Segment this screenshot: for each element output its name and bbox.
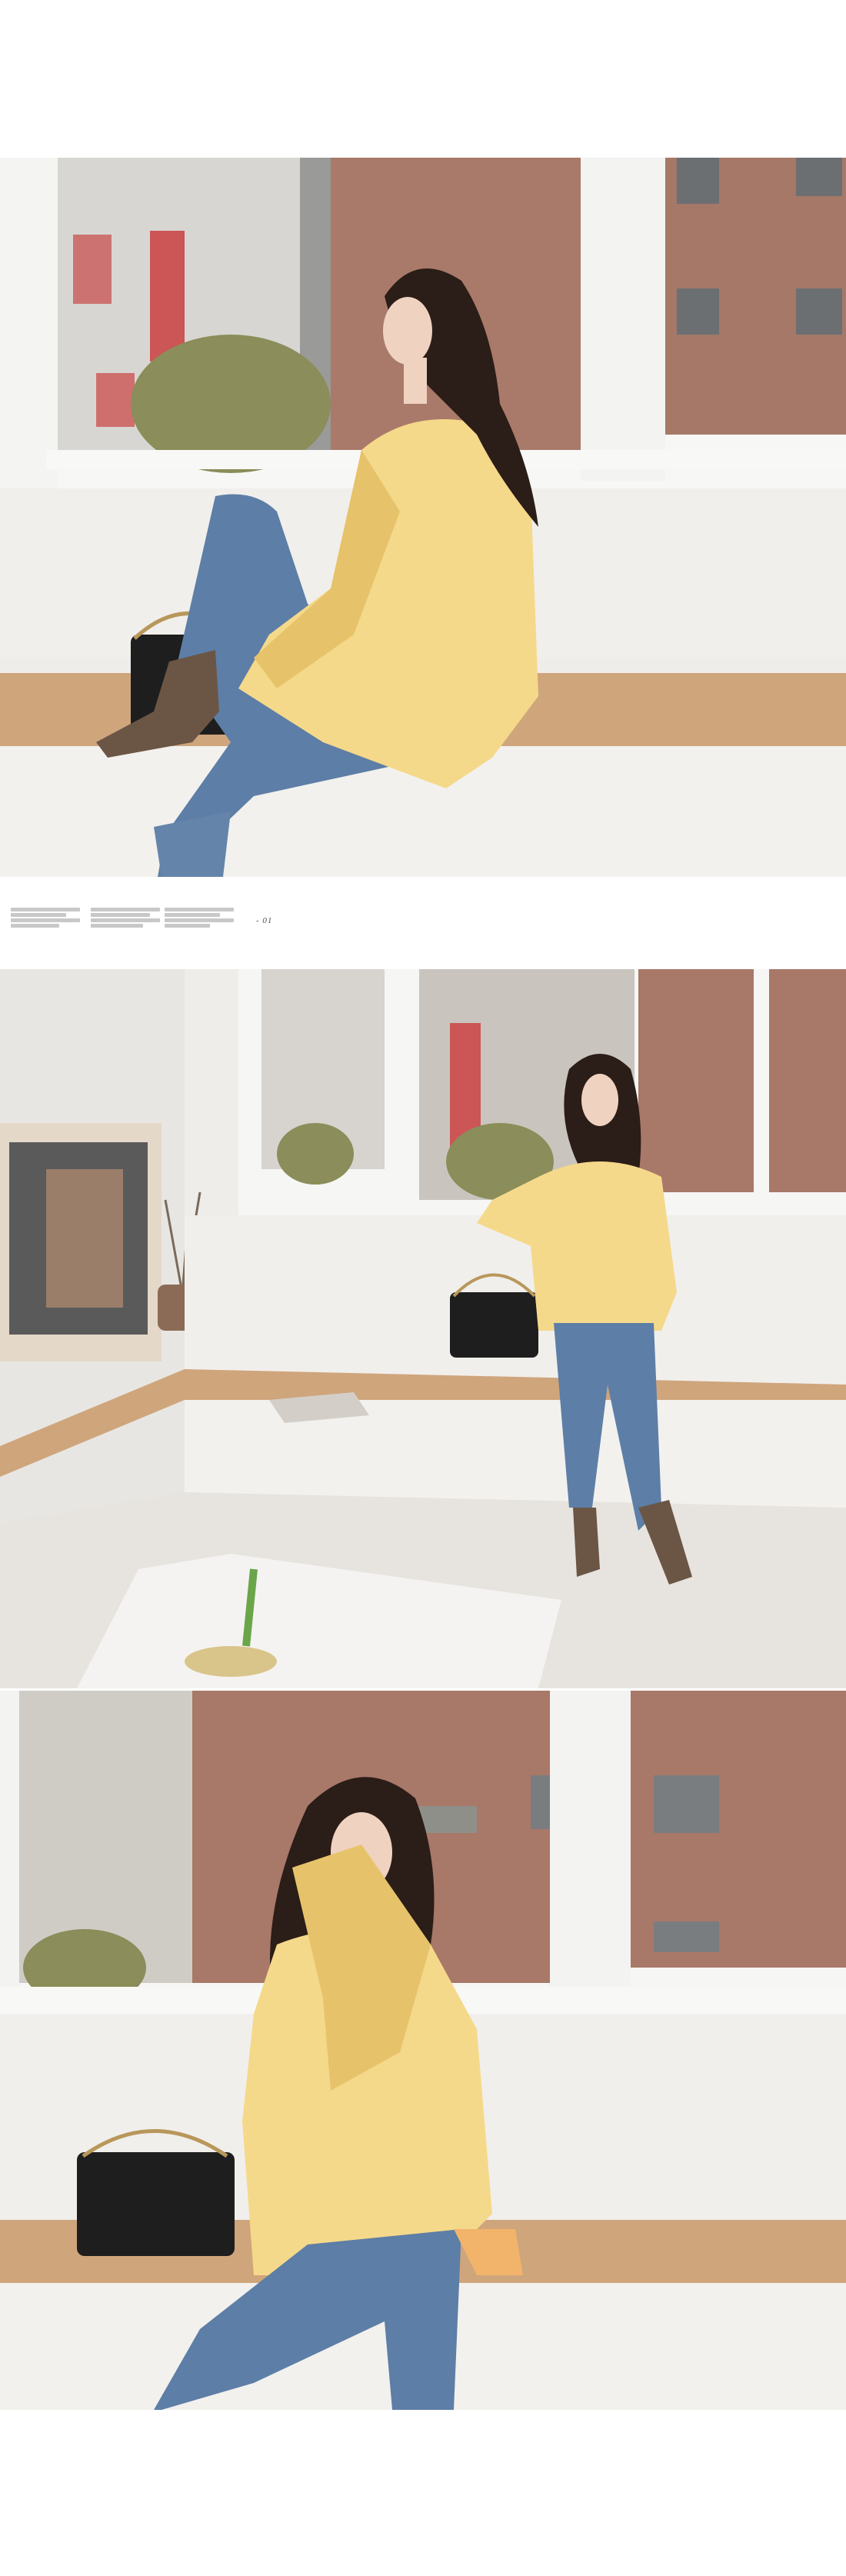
photo-1-scene (0, 158, 846, 877)
lookbook-photo-2 (0, 969, 846, 1688)
photo-2-scene (0, 969, 846, 1688)
caption-text (165, 908, 234, 929)
photo-3-scene (0, 1691, 846, 2410)
caption-text (91, 908, 160, 929)
lookbook-photo-1 (0, 158, 846, 877)
lookbook-photo-3 (0, 1691, 846, 2410)
caption-text (11, 908, 80, 929)
caption-block (11, 908, 549, 938)
page-number: - 01 (256, 916, 273, 925)
